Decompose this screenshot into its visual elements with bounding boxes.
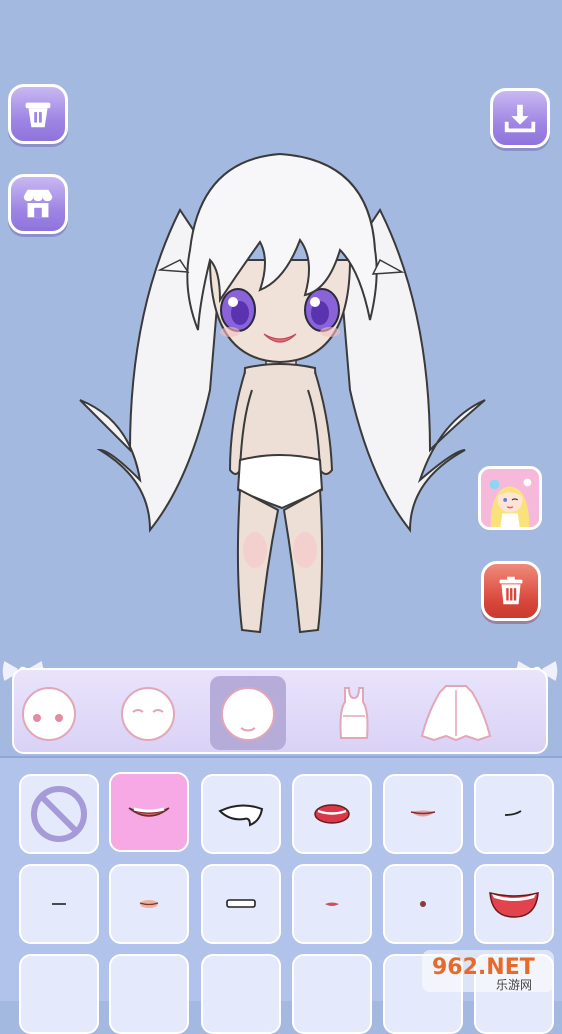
cape-icon (420, 685, 492, 742)
watermark-logo: 962.NET 乐游网 (422, 950, 554, 992)
option-row3-3[interactable] (201, 954, 281, 1034)
option-mouth-small-lips[interactable] (383, 774, 463, 854)
option-mouth-flat-teeth[interactable] (201, 864, 281, 944)
option-row3-2[interactable] (109, 954, 189, 1034)
delete-button[interactable] (481, 561, 541, 621)
option-none[interactable] (19, 774, 99, 854)
mouth-flat-teeth-icon (226, 899, 256, 908)
mouth-face-icon (221, 687, 275, 741)
option-mouth-smirk[interactable] (474, 774, 554, 854)
option-mouth-open-white[interactable] (201, 774, 281, 854)
option-mouth-line[interactable] (19, 864, 99, 944)
tab-face-blush[interactable] (110, 676, 186, 750)
bucket-icon (25, 102, 51, 128)
option-mouth-dot[interactable] (383, 864, 463, 944)
watermark-sub: 乐游网 (496, 978, 532, 992)
option-row3-4[interactable] (292, 954, 372, 1034)
option-mouth-tiny-lips[interactable] (109, 864, 189, 944)
option-mouth-big-grin[interactable] (474, 864, 554, 944)
tab-mouth[interactable] (210, 676, 286, 750)
watermark-text: 962.NET (432, 955, 535, 980)
mouth-smirk-icon (504, 810, 522, 816)
mouth-big-grin-icon (489, 892, 539, 918)
tab-top[interactable] (316, 676, 392, 750)
face-blush-icon (121, 687, 175, 741)
body (228, 349, 334, 634)
site-watermark: 962.NET 乐游网 (418, 946, 558, 996)
mouth-tiny-lips-icon (139, 900, 159, 908)
download-icon (504, 104, 536, 133)
mouth-dot-icon (420, 901, 426, 907)
tab-outerwear[interactable] (418, 676, 494, 750)
option-row3-1[interactable] (19, 954, 99, 1034)
mouth-tiny-red-icon (325, 902, 339, 906)
category-tabs (12, 668, 548, 754)
option-mouth-open-red[interactable] (292, 774, 372, 854)
shop-icon (23, 189, 53, 218)
tab-face[interactable] (12, 676, 88, 750)
mouth-open-red-icon (314, 804, 350, 824)
mouth-line-icon (52, 903, 66, 905)
download-button[interactable] (490, 88, 550, 148)
mouth-open-white-icon (218, 804, 264, 827)
trash-icon (499, 576, 523, 605)
character-preview (79, 152, 486, 634)
option-mouth-smile-teeth[interactable] (109, 772, 189, 852)
option-mouth-tiny-red[interactable] (292, 864, 372, 944)
tank-top-icon (339, 687, 369, 739)
reset-button[interactable] (8, 84, 68, 144)
none-icon (31, 786, 87, 842)
mouth-smile-teeth-icon (128, 807, 170, 817)
mouth-small-lips-icon (410, 810, 436, 817)
face-icon (22, 687, 76, 741)
shop-button[interactable] (8, 174, 68, 234)
